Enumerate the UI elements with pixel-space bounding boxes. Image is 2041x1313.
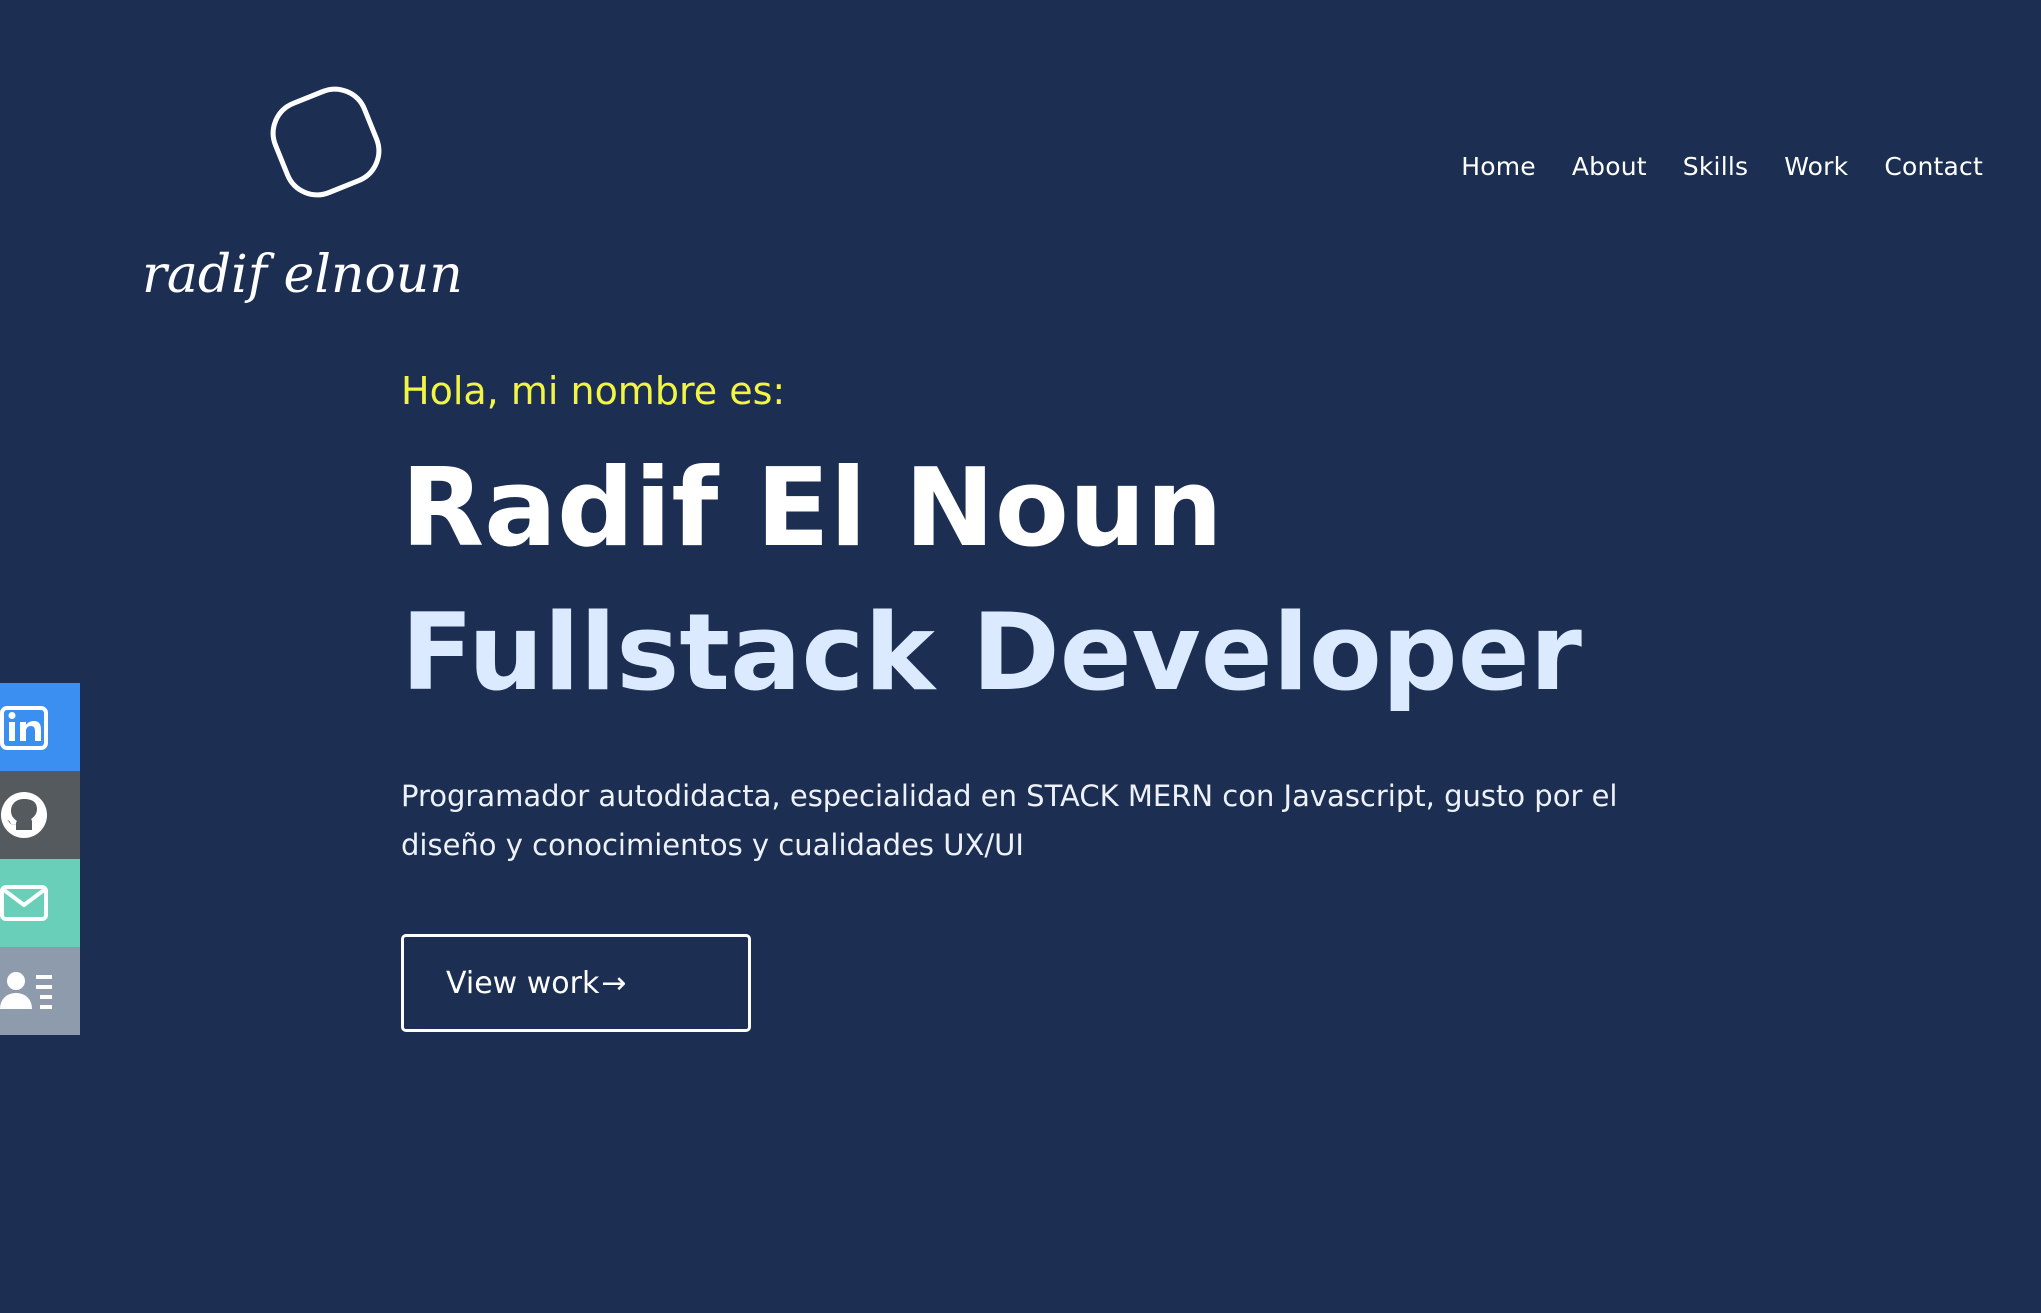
social-item-linkedin (0, 683, 80, 771)
github-link[interactable] (0, 771, 80, 859)
nav-link-skills[interactable]: Skills (1683, 152, 1748, 181)
arrow-right-icon: → (601, 965, 627, 1001)
github-icon (1, 792, 47, 838)
resume-icon (0, 972, 52, 1009)
mail-icon (0, 885, 48, 921)
social-item-resume (0, 947, 80, 1035)
social-item-mail (0, 859, 80, 947)
social-sidebar (0, 683, 80, 1035)
nav-link-home[interactable]: Home (1461, 152, 1536, 181)
nav-item-contact: Contact (1884, 152, 1983, 181)
logo-signature: radif elnoun (142, 245, 463, 305)
nav-item-skills: Skills (1683, 152, 1748, 181)
hero-section: Hola, mi nombre es: Radif El Noun Fullst… (401, 362, 1701, 1032)
main-nav: Home About Skills Work Contact (1425, 152, 1983, 181)
view-work-label: View work (446, 965, 600, 1001)
hero-name: Radif El Noun (401, 446, 1223, 571)
mail-link[interactable] (0, 859, 80, 947)
nav-item-work: Work (1784, 152, 1848, 181)
nav-link-about[interactable]: About (1572, 152, 1647, 181)
hero-greeting: Hola, mi nombre es: (401, 369, 786, 413)
nav-link-contact[interactable]: Contact (1884, 152, 1983, 181)
view-work-button[interactable]: View work → (401, 934, 751, 1032)
resume-link[interactable] (0, 947, 80, 1035)
nav-item-home: Home (1461, 152, 1536, 181)
nav-link-work[interactable]: Work (1784, 152, 1848, 181)
logo-text: radif elnoun (142, 245, 463, 305)
nav-item-about: About (1572, 152, 1647, 181)
linkedin-link[interactable] (0, 683, 80, 771)
hero-description: Programador autodidacta, especialidad en… (401, 779, 1618, 862)
page: radif elnoun Home About Skills Work Cont… (0, 0, 2041, 1313)
linkedin-icon (0, 706, 48, 750)
hero-role: Fullstack Developer (401, 591, 1582, 714)
social-item-github (0, 771, 80, 859)
logo-link[interactable]: radif elnoun (138, 82, 538, 342)
